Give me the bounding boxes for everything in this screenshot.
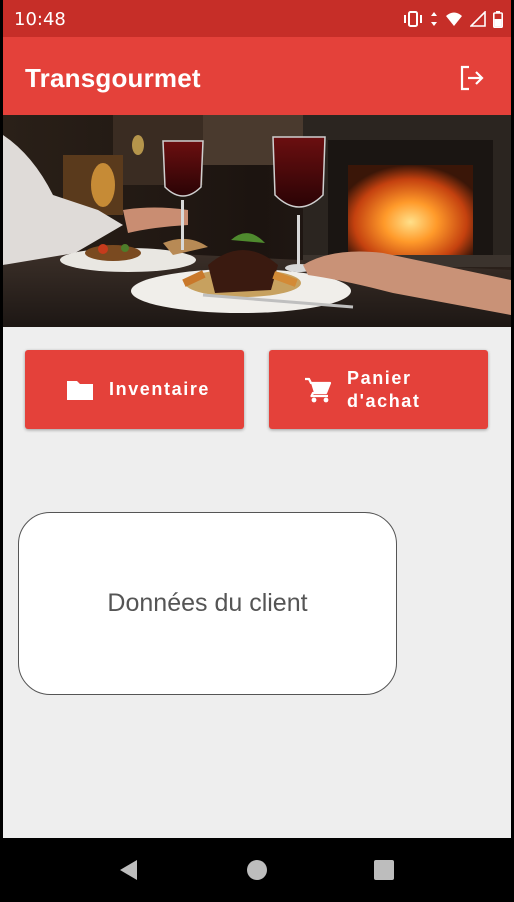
vibrate-icon	[404, 11, 422, 27]
app-bar: Transgourmet	[3, 37, 511, 115]
logout-icon[interactable]	[457, 63, 487, 93]
client-data-card[interactable]: Données du client	[18, 512, 397, 695]
status-time: 10:48	[14, 9, 66, 30]
back-icon[interactable]	[117, 858, 141, 882]
inventaire-button[interactable]: Inventaire	[25, 350, 244, 429]
app-title: Transgourmet	[25, 63, 201, 93]
wifi-icon	[446, 12, 462, 26]
home-icon[interactable]	[245, 858, 269, 882]
cell-signal-icon	[470, 11, 486, 27]
data-arrows-icon	[431, 12, 437, 26]
inventaire-label: Inventaire	[109, 379, 211, 399]
panier-label: Panier d'achat	[347, 367, 421, 411]
cart-icon	[305, 377, 332, 402]
status-icons	[403, 9, 503, 29]
system-nav-bar	[3, 838, 511, 902]
app-screen: 10:48 Transgourmet Inventaire Panier d'a…	[3, 0, 511, 902]
folder-icon	[67, 380, 93, 400]
panier-button[interactable]: Panier d'achat	[269, 350, 488, 429]
recents-icon[interactable]	[372, 858, 396, 882]
client-data-label: Données du client	[107, 589, 308, 617]
hero-image	[3, 115, 511, 327]
battery-icon	[493, 10, 503, 28]
status-bar: 10:48	[3, 0, 511, 37]
